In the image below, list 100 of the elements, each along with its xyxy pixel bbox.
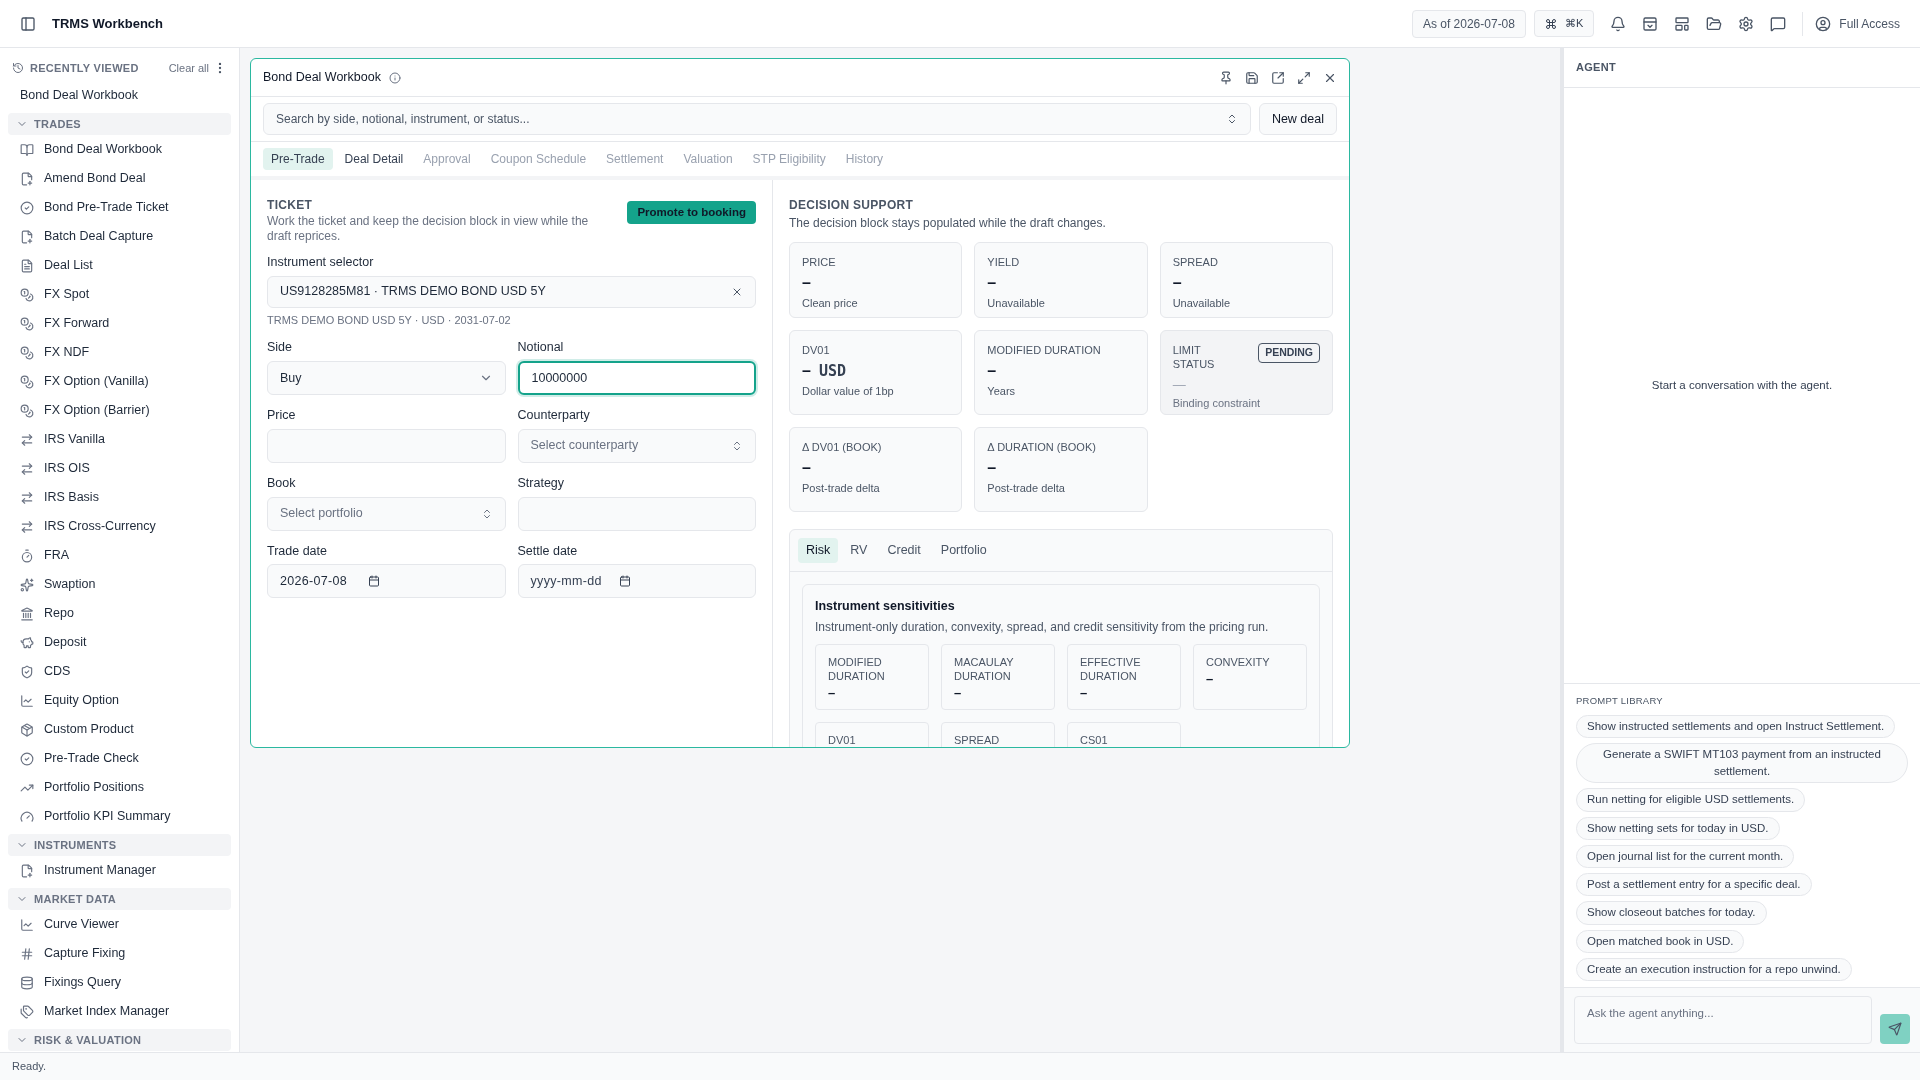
- date-field[interactable]: 2026-07-08: [267, 564, 506, 599]
- recent-item[interactable]: Bond Deal Workbook: [8, 81, 231, 110]
- metric-label: MODIFIED DURATION: [987, 343, 1101, 357]
- analysis-tab[interactable]: Credit: [879, 538, 929, 563]
- panel-icon[interactable]: [1642, 15, 1659, 32]
- prompt-chip[interactable]: Show instructed settlements and open Instruct Settlement.: [1576, 714, 1896, 738]
- pin-icon[interactable]: [1219, 70, 1233, 85]
- nav-item[interactable]: Deposit: [8, 628, 231, 657]
- select-field[interactable]: Select counterparty: [517, 428, 756, 463]
- prompt-chip[interactable]: Open journal list for the current month.: [1576, 844, 1795, 868]
- section-header[interactable]: INSTRUMENTS: [8, 834, 231, 856]
- chat-icon[interactable]: [1770, 15, 1787, 32]
- info-icon[interactable]: [388, 71, 401, 84]
- input-field[interactable]: 10000000: [517, 361, 756, 395]
- tab[interactable]: Pre-Trade: [263, 148, 333, 170]
- select-field[interactable]: Select portfolio: [267, 496, 506, 531]
- prompt-chip[interactable]: Open matched book in USD.: [1576, 929, 1745, 953]
- nav-label: FX Option (Barrier): [44, 402, 150, 420]
- nav-item[interactable]: FX Option (Vanilla): [8, 367, 231, 396]
- coins-icon: [20, 287, 34, 302]
- nav-item[interactable]: Deal List: [8, 251, 231, 280]
- nav-item[interactable]: Fixings Query: [8, 968, 231, 997]
- select-field[interactable]: Buy: [267, 361, 506, 395]
- metric-note: Post-trade delta: [987, 481, 1066, 496]
- nav-item[interactable]: Instrument Manager: [8, 856, 231, 885]
- history-icon: [12, 62, 24, 74]
- message-input[interactable]: Ask the agent anything...: [1574, 996, 1872, 1044]
- instrument-field[interactable]: US9128285M81 · TRMS DEMO BOND USD 5Y: [267, 275, 756, 308]
- nav-item[interactable]: IRS OIS: [8, 454, 231, 483]
- nav-item[interactable]: Capture Fixing: [8, 939, 231, 968]
- section-header[interactable]: MARKET DATA: [8, 888, 231, 910]
- prompt-chip[interactable]: Show netting sets for today in USD.: [1576, 816, 1780, 840]
- maximize-icon[interactable]: [1297, 70, 1311, 85]
- metric-label: CONVEXITY: [1206, 654, 1271, 669]
- as-of-date-chip[interactable]: As of 2026-07-08: [1411, 9, 1526, 38]
- bell-icon[interactable]: [1610, 15, 1627, 32]
- nav-item[interactable]: FX Forward: [8, 309, 231, 338]
- calendar-icon[interactable]: [368, 575, 380, 588]
- metric-value: –: [1080, 683, 1089, 702]
- nav-item[interactable]: FRA: [8, 541, 231, 570]
- date-field[interactable]: yyyy-mm-dd: [517, 564, 756, 599]
- analysis-tab[interactable]: Portfolio: [932, 538, 995, 563]
- nav-item[interactable]: Portfolio Positions: [8, 773, 231, 802]
- tab[interactable]: Deal Detail: [336, 148, 412, 170]
- layout-icon[interactable]: [1674, 15, 1691, 32]
- nav-item[interactable]: FX Option (Barrier): [8, 396, 231, 425]
- prompt-chip[interactable]: Run netting for eligible USD settlements.: [1576, 788, 1806, 812]
- nav-item[interactable]: Equity Option: [8, 686, 231, 715]
- nav-item[interactable]: Pre-Trade Check: [8, 744, 231, 773]
- swap-arrows-icon: [20, 519, 34, 534]
- nav-item[interactable]: Batch Deal Capture: [8, 222, 231, 251]
- settings-icon[interactable]: [1738, 15, 1755, 32]
- promote-button[interactable]: Promote to booking: [627, 201, 756, 225]
- nav-label: Equity Option: [44, 692, 120, 710]
- nav-item[interactable]: IRS Cross-Currency: [8, 512, 231, 541]
- metric-label: PRICE: [802, 255, 836, 269]
- prompt-chip[interactable]: Create an execution instruction for a repo unwind.: [1576, 957, 1852, 981]
- nav-item[interactable]: FX Spot: [8, 280, 231, 309]
- nav-item[interactable]: Amend Bond Deal: [8, 164, 231, 193]
- nav-item[interactable]: FX NDF: [8, 338, 231, 367]
- nav-label: Capture Fixing: [44, 945, 126, 963]
- new-deal-button[interactable]: New deal: [1258, 103, 1337, 135]
- section-header[interactable]: RISK & VALUATION: [8, 1029, 231, 1051]
- nav-label: FX NDF: [44, 344, 90, 362]
- nav-item[interactable]: Custom Product: [8, 715, 231, 744]
- nav-label: IRS Basis: [44, 489, 99, 507]
- input-field[interactable]: [517, 496, 756, 531]
- gauge-icon: [20, 809, 34, 824]
- nav-item[interactable]: Repo: [8, 599, 231, 628]
- clear-all-link[interactable]: Clear all: [168, 59, 209, 77]
- command-palette-button[interactable]: ⌘K: [1533, 10, 1595, 37]
- search-field[interactable]: Search by side, notional, instrument, or status...: [263, 103, 1251, 135]
- prompt-chip[interactable]: Show closeout batches for today.: [1576, 901, 1767, 925]
- input-field[interactable]: [267, 428, 506, 463]
- metric-label: MODIFIED DURATION: [828, 654, 886, 683]
- nav-item[interactable]: Bond Deal Workbook: [8, 135, 231, 164]
- prompt-chip[interactable]: Post a settlement entry for a specific deal.: [1576, 873, 1812, 897]
- calendar-icon[interactable]: [618, 575, 631, 588]
- save-icon[interactable]: [1245, 70, 1259, 85]
- nav-label: IRS Vanilla: [44, 431, 105, 449]
- external-link-icon[interactable]: [1271, 70, 1285, 85]
- nav-item[interactable]: Bond Pre-Trade Ticket: [8, 193, 231, 222]
- user-icon[interactable]: [1815, 15, 1832, 32]
- analysis-tab[interactable]: RV: [842, 538, 876, 563]
- analysis-tab[interactable]: Risk: [798, 538, 839, 563]
- folder-icon[interactable]: [1706, 15, 1723, 32]
- nav-item[interactable]: Market Index Manager: [8, 997, 231, 1026]
- nav-item[interactable]: CDS: [8, 657, 231, 686]
- send-button[interactable]: [1880, 1014, 1910, 1044]
- prompt-chip[interactable]: Generate a SWIFT MT103 payment from an instructed settlement.: [1576, 742, 1908, 784]
- nav-item[interactable]: Swaption: [8, 570, 231, 599]
- swap-arrows-icon: [20, 490, 34, 505]
- nav-item[interactable]: IRS Vanilla: [8, 425, 231, 454]
- nav-item[interactable]: IRS Basis: [8, 483, 231, 512]
- nav-item[interactable]: Portfolio KPI Summary: [8, 802, 231, 831]
- section-header[interactable]: TRADES: [8, 113, 231, 135]
- sidebar-toggle-icon[interactable]: [20, 15, 36, 32]
- nav-item[interactable]: Curve Viewer: [8, 910, 231, 939]
- field-label: Strategy: [517, 474, 566, 492]
- shield-icon: [20, 664, 34, 679]
